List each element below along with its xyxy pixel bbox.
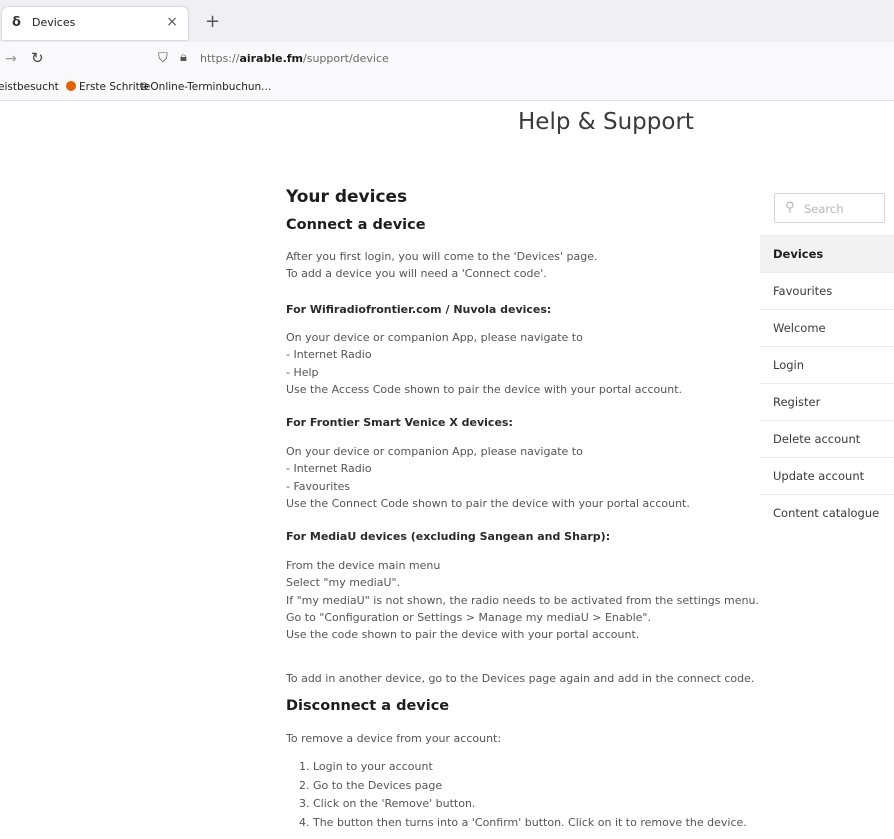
text-line: - Favourites <box>286 479 351 493</box>
subheading-wifiradiofrontier: For Wifiradiofrontier.com / Nuvola devic… <box>286 303 552 316</box>
text-line: Use the code shown to pair the device wi… <box>286 628 640 642</box>
tab-strip: δ Devices × + <box>0 0 894 42</box>
bookmark-erste-schritte[interactable]: Erste Schritte <box>66 81 150 93</box>
navigation-bar: → ↻ ⛉ 🔒︎ https://airable.fm/support/devi… <box>0 42 894 76</box>
subheading-venice-x: For Frontier Smart Venice X devices: <box>286 416 513 429</box>
browser-tab-devices[interactable]: δ Devices × <box>2 7 188 40</box>
sidebar-item-content-catalogue[interactable]: Content catalogue <box>760 494 894 531</box>
url-path: /support/device <box>303 52 389 65</box>
sidebar-item-favourites[interactable]: Favourites <box>760 272 894 309</box>
shield-icon[interactable]: ⛉ <box>158 51 168 66</box>
text-line: From the device main menu <box>286 559 441 572</box>
list-item: 1. Login to your account <box>299 760 433 773</box>
browser-chrome: δ Devices × + → ↻ ⛉ 🔒︎ https://airable.f… <box>0 0 894 101</box>
airable-favicon-icon: δ <box>12 15 21 30</box>
search-icon: ⚲ <box>785 200 795 215</box>
list-item: 2. Go to the Devices page <box>299 778 443 792</box>
wifi-instructions: On your device or companion App, please … <box>286 329 682 398</box>
sidebar-item-delete-account[interactable]: Delete account <box>760 420 894 457</box>
search-placeholder: Search <box>804 202 844 216</box>
list-item: 4. The button then turns into a 'Confirm… <box>299 815 747 829</box>
text-line: After you first login, you will come to … <box>286 250 598 263</box>
forward-arrow-icon[interactable]: → <box>5 51 17 67</box>
intro-paragraph: After you first login, you will come to … <box>286 248 597 283</box>
sidebar-item-update-account[interactable]: Update account <box>760 457 894 494</box>
page-title: Your devices <box>286 187 408 207</box>
text-line: - Help <box>286 365 319 379</box>
text-line: Use the Access Code shown to pair the de… <box>286 382 683 396</box>
bookmarks-bar: eistbesucht Erste Schritte 🌐︎ Online-Term… <box>0 76 894 101</box>
firefox-icon <box>66 81 76 91</box>
reload-icon[interactable]: ↻ <box>31 49 44 67</box>
subheading-mediau: For MediaU devices (excluding Sangean an… <box>286 530 611 543</box>
text-line: - Internet Radio <box>286 462 372 476</box>
text-line: Use the Connect Code shown to pair the d… <box>286 496 690 510</box>
text-line: To add a device you will need a 'Connect… <box>286 267 547 281</box>
disconnect-steps-list: 1. Login to your account 2. Go to the De… <box>299 758 747 832</box>
text-line: On your device or companion App, please … <box>286 331 583 344</box>
tab-title: Devices <box>32 16 76 29</box>
bookmark-online-terminbuchung[interactable]: 🌐︎ Online-Terminbuchun... <box>140 81 271 94</box>
url-host: airable.fm <box>239 52 304 65</box>
page-header-title: Help & Support <box>518 109 694 135</box>
text-line: Go to "Configuration or Settings > Manag… <box>286 610 651 624</box>
text-line: If "my mediaU" is not shown, the radio n… <box>286 593 759 607</box>
section-title-disconnect: Disconnect a device <box>286 698 450 714</box>
another-device-text: To add in another device, go to the Devi… <box>286 672 755 685</box>
bookmark-label: Online-Terminbuchun... <box>150 81 272 93</box>
disconnect-intro: To remove a device from your account: <box>286 732 502 745</box>
close-icon[interactable]: × <box>166 14 178 30</box>
globe-icon: 🌐︎ <box>140 81 149 93</box>
url-scheme: https:// <box>200 52 240 65</box>
mediau-instructions: From the device main menu Select "my med… <box>286 557 759 643</box>
new-tab-plus-icon[interactable]: + <box>205 11 220 32</box>
text-line: - Internet Radio <box>286 348 372 362</box>
sidebar-item-register[interactable]: Register <box>760 383 894 420</box>
lock-icon[interactable]: 🔒︎ <box>180 50 187 65</box>
text-line: On your device or companion App, please … <box>286 445 583 458</box>
text-line: Select "my mediaU". <box>286 576 401 590</box>
address-bar[interactable]: https://airable.fm/support/device <box>200 52 389 65</box>
sidebar-item-devices[interactable]: Devices <box>760 235 894 272</box>
section-title-connect: Connect a device <box>286 217 426 233</box>
bookmark-most-visited[interactable]: eistbesucht <box>0 81 59 93</box>
sidebar-item-login[interactable]: Login <box>760 346 894 383</box>
search-input[interactable]: ⚲ Search <box>774 193 885 223</box>
venice-instructions: On your device or companion App, please … <box>286 443 690 512</box>
list-item: 3. Click on the 'Remove' button. <box>299 797 476 811</box>
sidebar-item-welcome[interactable]: Welcome <box>760 309 894 346</box>
